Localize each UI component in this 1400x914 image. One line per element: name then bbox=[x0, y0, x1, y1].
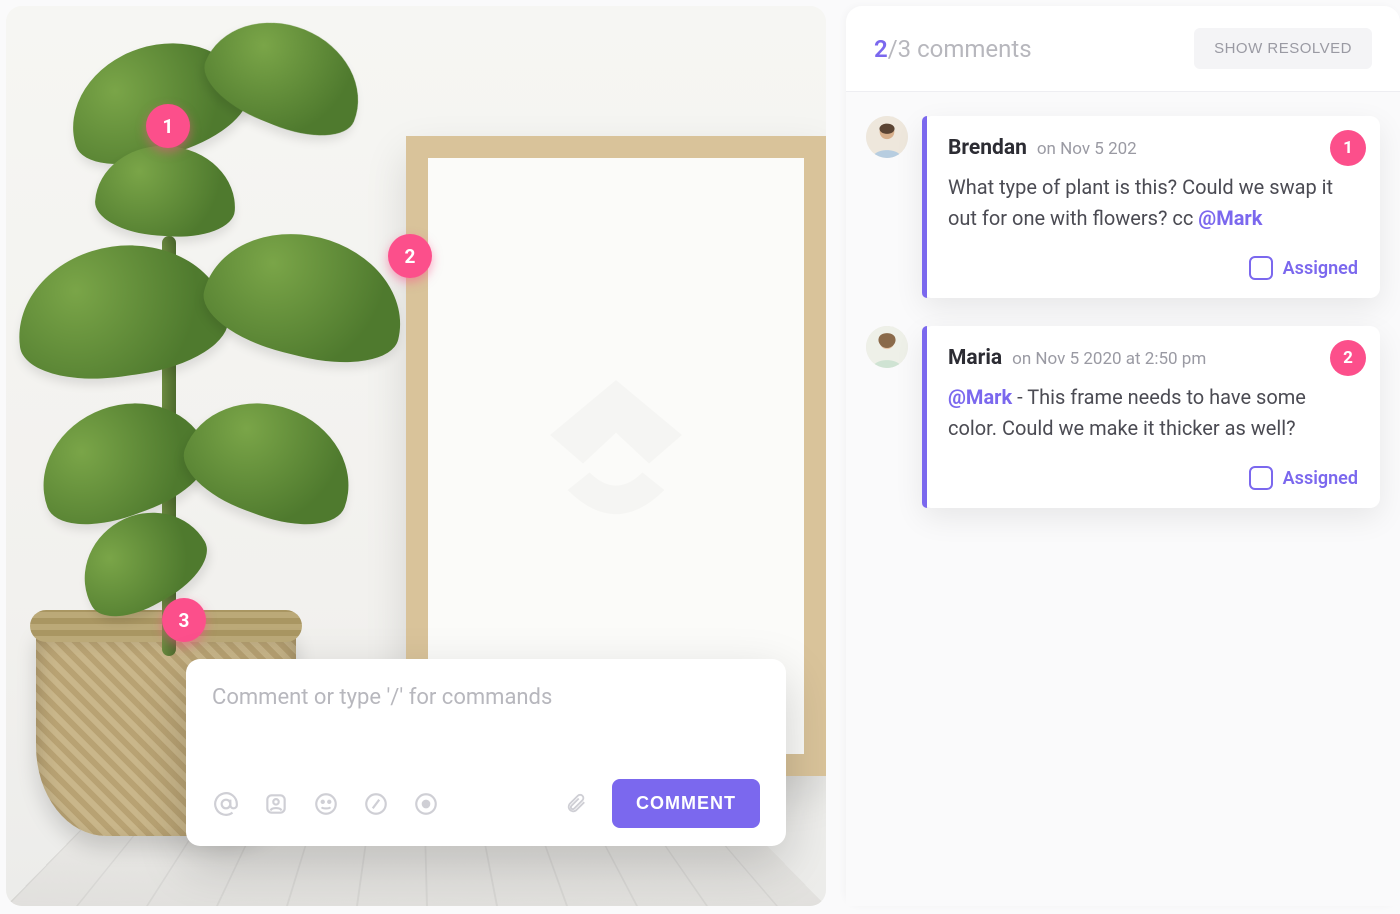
comments-counter: 2/3 comments bbox=[874, 35, 1032, 63]
assigned-label: Assigned bbox=[1283, 258, 1358, 279]
comment-author: Brendan bbox=[948, 136, 1027, 160]
mention[interactable]: @Mark bbox=[1198, 206, 1262, 230]
mention-icon[interactable] bbox=[212, 790, 240, 818]
comment-body: @Mark - This frame needs to have some co… bbox=[948, 382, 1358, 444]
avatar[interactable] bbox=[866, 116, 908, 158]
proof-image-panel[interactable]: 1 2 3 COMMENT bbox=[6, 6, 826, 906]
image-pin-1[interactable]: 1 bbox=[146, 104, 190, 148]
comment-pin-badge: 2 bbox=[1330, 340, 1366, 376]
comment-date: on Nov 5 2020 at 2:50 pm bbox=[1012, 349, 1206, 369]
comments-header: 2/3 comments SHOW RESOLVED bbox=[846, 6, 1400, 92]
assigned-label: Assigned bbox=[1283, 468, 1358, 489]
comment-pin-badge: 1 bbox=[1330, 130, 1366, 166]
comment-input[interactable] bbox=[212, 685, 760, 775]
image-pin-2[interactable]: 2 bbox=[388, 234, 432, 278]
assigned-checkbox[interactable] bbox=[1249, 256, 1273, 280]
image-pin-3[interactable]: 3 bbox=[162, 598, 206, 642]
emoji-icon[interactable] bbox=[312, 790, 340, 818]
comment-item: 1 Brendan on Nov 5 202 What type of plan… bbox=[866, 116, 1380, 298]
comment-author: Maria bbox=[948, 346, 1002, 370]
comment-card[interactable]: 1 Brendan on Nov 5 202 What type of plan… bbox=[922, 116, 1380, 298]
comment-date: on Nov 5 202 bbox=[1037, 139, 1137, 159]
record-icon[interactable] bbox=[412, 790, 440, 818]
comment-composer: COMMENT bbox=[186, 659, 786, 846]
slash-command-icon[interactable] bbox=[362, 790, 390, 818]
comment-body: What type of plant is this? Could we swa… bbox=[948, 172, 1358, 234]
comment-card[interactable]: 2 Maria on Nov 5 2020 at 2:50 pm @Mark -… bbox=[922, 326, 1380, 508]
assigned-checkbox[interactable] bbox=[1249, 466, 1273, 490]
show-resolved-button[interactable]: SHOW RESOLVED bbox=[1194, 28, 1372, 69]
comments-panel: 2/3 comments SHOW RESOLVED 1 Brendan on … bbox=[846, 6, 1400, 906]
submit-comment-button[interactable]: COMMENT bbox=[612, 779, 760, 828]
comment-item: 2 Maria on Nov 5 2020 at 2:50 pm @Mark -… bbox=[866, 326, 1380, 508]
assign-icon[interactable] bbox=[262, 790, 290, 818]
mention[interactable]: @Mark bbox=[948, 385, 1012, 409]
avatar[interactable] bbox=[866, 326, 908, 368]
attachment-icon[interactable] bbox=[562, 790, 590, 818]
watermark-logo-icon bbox=[428, 358, 804, 578]
comments-list: 1 Brendan on Nov 5 202 What type of plan… bbox=[846, 92, 1400, 906]
